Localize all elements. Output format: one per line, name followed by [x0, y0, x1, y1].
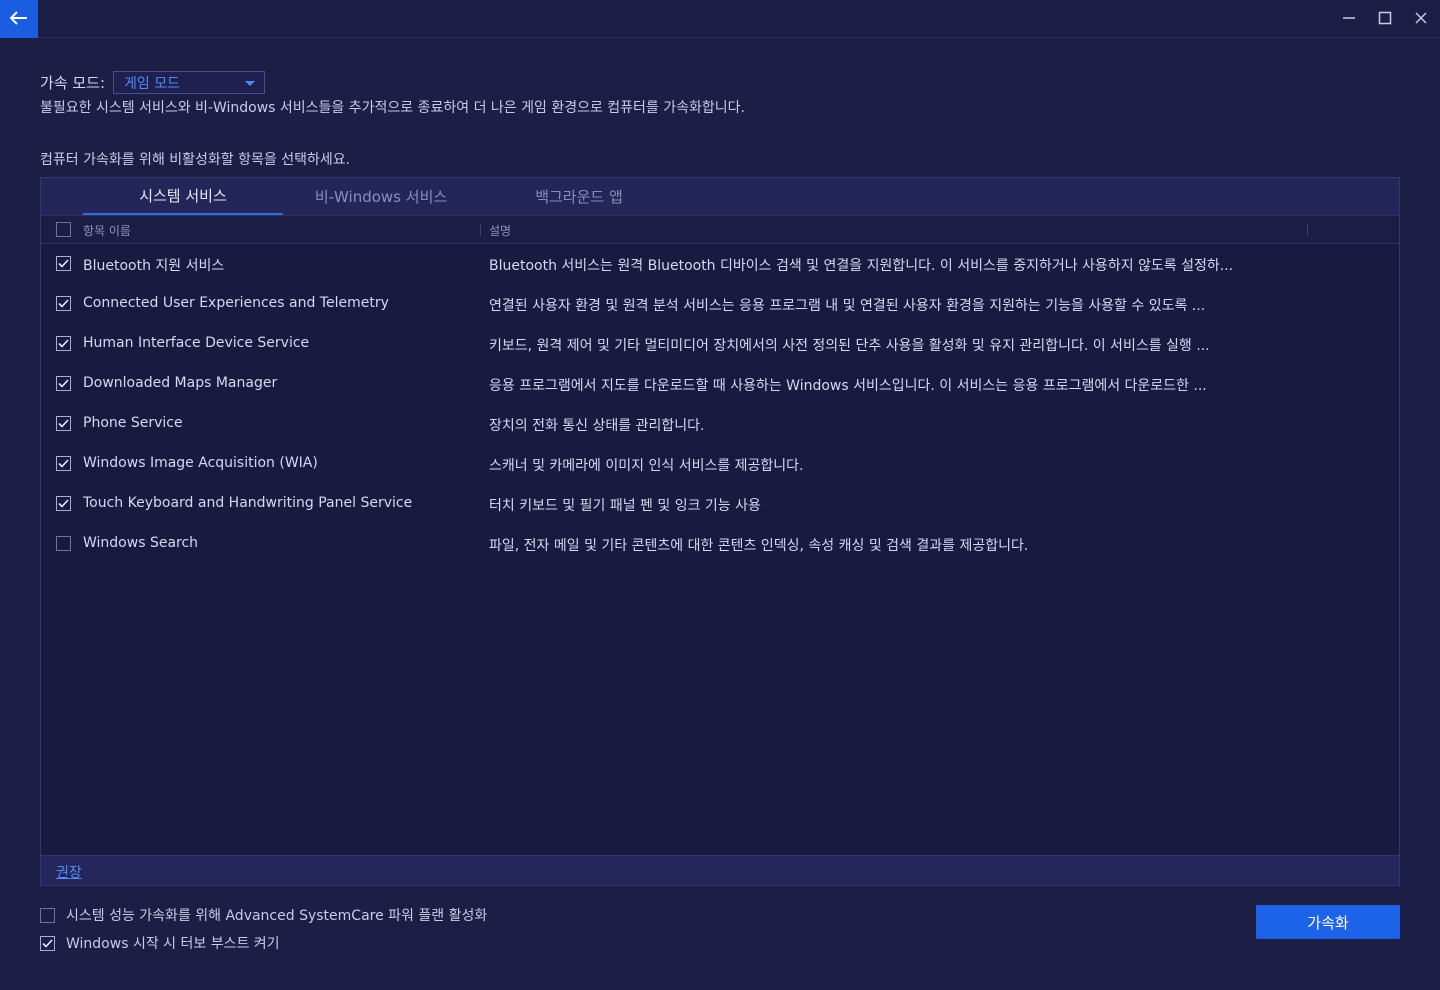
turbo-boost-checkbox[interactable] — [40, 935, 55, 951]
select-all-checkbox[interactable] — [56, 222, 71, 237]
item-name: Human Interface Device Service — [83, 335, 310, 351]
panel-footer: 권장 — [41, 855, 1399, 885]
item-checkbox[interactable] — [56, 416, 71, 431]
power-plan-checkbox[interactable] — [40, 907, 55, 923]
list-item[interactable]: Windows Image Acquisition (WIA) 스캐너 및 카메… — [41, 444, 1399, 484]
item-description: 응용 프로그램에서 지도를 다운로드할 때 사용하는 Windows 서비스입니… — [489, 378, 1207, 394]
item-name: Downloaded Maps Manager — [83, 375, 278, 391]
mode-description: 불필요한 시스템 서비스와 비-Windows 서비스들을 추가적으로 종료하여… — [40, 100, 745, 116]
chevron-down-icon — [245, 80, 256, 86]
column-header: 항목 이름 설명 — [41, 215, 1399, 244]
column-divider — [1307, 224, 1308, 236]
item-name: Bluetooth 지원 서비스 — [83, 258, 225, 274]
close-button[interactable] — [1410, 8, 1432, 30]
item-description: 파일, 전자 메일 및 기타 콘텐츠에 대한 콘텐츠 인덱싱, 속성 캐싱 및 … — [489, 538, 1029, 554]
item-checkbox[interactable] — [56, 376, 71, 391]
power-plan-option[interactable]: 시스템 성능 가속화를 위해 Advanced SystemCare 파워 플랜… — [40, 905, 487, 925]
mode-dropdown[interactable]: 게임 모드 — [113, 70, 266, 94]
item-name: Touch Keyboard and Handwriting Panel Ser… — [83, 495, 413, 511]
list-item[interactable]: Touch Keyboard and Handwriting Panel Ser… — [41, 484, 1399, 524]
tab-bar: 시스템 서비스 비-Windows 서비스 백그라운드 앱 — [41, 178, 1399, 215]
list-item[interactable]: Phone Service 장치의 전화 통신 상태를 관리합니다. — [41, 404, 1399, 444]
list-item[interactable]: Human Interface Device Service 키보드, 원격 제… — [41, 324, 1399, 364]
column-name-header[interactable]: 항목 이름 — [83, 222, 131, 239]
arrow-left-icon — [9, 10, 28, 29]
item-checkbox[interactable] — [56, 296, 71, 311]
item-checkbox[interactable] — [56, 336, 71, 351]
tab-system-services[interactable]: 시스템 서비스 — [83, 178, 283, 215]
list-item[interactable]: Connected User Experiences and Telemetry… — [41, 284, 1399, 324]
back-button[interactable] — [0, 0, 38, 38]
maximize-button[interactable] — [1374, 8, 1396, 30]
tab-non-windows-services[interactable]: 비-Windows 서비스 — [281, 178, 481, 215]
mode-dropdown-value: 게임 모드 — [124, 75, 181, 92]
recommend-link[interactable]: 권장 — [56, 862, 82, 882]
column-description-header[interactable]: 설명 — [489, 222, 511, 239]
select-prompt: 컴퓨터 가속화를 위해 비활성화할 항목을 선택하세요. — [40, 152, 351, 168]
mode-label: 가속 모드: — [40, 73, 106, 92]
services-panel: 시스템 서비스 비-Windows 서비스 백그라운드 앱 항목 이름 설명 B… — [40, 177, 1400, 886]
item-description: 터치 키보드 및 필기 패널 펜 및 잉크 기능 사용 — [489, 498, 761, 514]
item-description: 장치의 전화 통신 상태를 관리합니다. — [489, 418, 705, 434]
accelerate-button[interactable]: 가속화 — [1256, 905, 1400, 939]
column-divider — [480, 224, 481, 236]
turbo-boost-label: Windows 시작 시 터보 부스트 켜기 — [66, 936, 280, 952]
minimize-icon — [1342, 10, 1356, 29]
turbo-boost-option[interactable]: Windows 시작 시 터보 부스트 켜기 — [40, 933, 280, 953]
list-item[interactable]: Bluetooth 지원 서비스 Bluetooth 서비스는 원격 Bluet… — [41, 244, 1399, 284]
item-description: Bluetooth 서비스는 원격 Bluetooth 디바이스 검색 및 연결… — [489, 258, 1234, 274]
close-icon — [1414, 10, 1428, 29]
minimize-button[interactable] — [1338, 8, 1360, 30]
power-plan-label: 시스템 성능 가속화를 위해 Advanced SystemCare 파워 플랜… — [66, 908, 488, 924]
acceleration-mode-row: 가속 모드: 게임 모드 — [40, 70, 266, 94]
item-checkbox[interactable] — [56, 456, 71, 471]
title-bar — [0, 0, 1440, 38]
list-item[interactable]: Downloaded Maps Manager 응용 프로그램에서 지도를 다운… — [41, 364, 1399, 404]
item-description: 키보드, 원격 제어 및 기타 멀티미디어 장치에서의 사전 정의된 단추 사용… — [489, 338, 1210, 354]
item-name: Connected User Experiences and Telemetry — [83, 295, 389, 311]
item-checkbox[interactable] — [56, 256, 71, 271]
item-checkbox[interactable] — [56, 536, 71, 551]
item-description: 스캐너 및 카메라에 이미지 인식 서비스를 제공합니다. — [489, 458, 804, 474]
item-name: Windows Search — [83, 535, 199, 551]
item-description: 연결된 사용자 환경 및 원격 분석 서비스는 응용 프로그램 내 및 연결된 … — [489, 298, 1206, 314]
tab-background-apps[interactable]: 백그라운드 앱 — [479, 178, 679, 215]
item-name: Windows Image Acquisition (WIA) — [83, 455, 318, 471]
item-name: Phone Service — [83, 415, 183, 431]
maximize-icon — [1378, 10, 1392, 29]
list-item[interactable]: Windows Search 파일, 전자 메일 및 기타 콘텐츠에 대한 콘텐… — [41, 524, 1399, 564]
item-checkbox[interactable] — [56, 496, 71, 511]
